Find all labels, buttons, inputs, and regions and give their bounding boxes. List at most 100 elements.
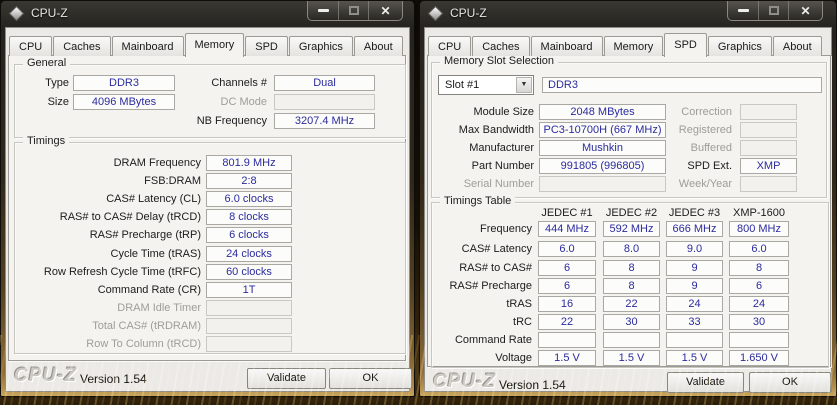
registered-label: Registered (632, 122, 732, 138)
table-cell: 6 (538, 278, 596, 294)
timing-label: DRAM Frequency (19, 155, 201, 171)
tab-graphics[interactable]: Graphics (289, 36, 353, 56)
trc-row-label: tRC (432, 314, 532, 330)
tras-row-label: tRAS (432, 296, 532, 312)
cas-latency-row-label: CAS# Latency (432, 241, 532, 257)
table-cell: 22 (538, 314, 596, 330)
close-button[interactable]: ✕ (788, 1, 822, 20)
table-cell (729, 332, 789, 348)
tab-spd[interactable]: SPD (664, 33, 707, 57)
cpuz-brand-logo: CPU-Z (14, 365, 77, 387)
maximize-icon (769, 6, 779, 15)
spd-ext-value: XMP (740, 158, 797, 174)
table-cell: 16 (538, 296, 596, 312)
client-area: CPU Caches Mainboard Memory SPD Graphics… (424, 27, 832, 392)
table-cell: 6.0 (729, 241, 789, 257)
window-controls: ✕ (727, 1, 823, 21)
minimize-button[interactable] (728, 1, 758, 20)
close-button[interactable]: ✕ (368, 1, 402, 20)
timing-label: RAS# Precharge (tRP) (19, 227, 201, 243)
tab-mainboard[interactable]: Mainboard (112, 36, 184, 56)
version-text: Version 1.54 (499, 378, 566, 392)
ok-button[interactable]: OK (749, 372, 831, 393)
table-cell: 1.5 V (666, 350, 723, 366)
timing-label: Command Rate (CR) (19, 282, 201, 298)
cpuz-logo-icon (9, 6, 25, 22)
ras-to-cas-row-label: RAS# to CAS# (432, 260, 532, 276)
window-title: CPU-Z (31, 6, 68, 20)
table-cell: 800 MHz (729, 221, 789, 237)
table-cell: 592 MHz (603, 221, 660, 237)
minimize-button[interactable] (308, 1, 338, 20)
tab-bar: CPU Caches Mainboard Memory SPD Graphics… (9, 31, 404, 56)
timings-table-group-title: Timings Table (440, 195, 515, 207)
tab-memory[interactable]: Memory (604, 36, 664, 56)
table-cell: 9 (666, 278, 723, 294)
table-cell (666, 332, 723, 348)
table-cell: 1.5 V (603, 350, 660, 366)
maximize-button[interactable] (758, 1, 788, 20)
buffered-label: Buffered (632, 140, 732, 156)
tab-cpu[interactable]: CPU (9, 36, 52, 56)
window-controls: ✕ (307, 1, 403, 21)
table-cell: 8 (729, 260, 789, 276)
week-year-label: Week/Year (632, 176, 732, 192)
channels-value: Dual (274, 75, 375, 91)
table-cell: 22 (603, 296, 660, 312)
table-cell: 1.650 V (729, 350, 789, 366)
tab-spd[interactable]: SPD (245, 36, 288, 56)
dc-mode-label: DC Mode (147, 94, 267, 110)
slot-select-value: Slot #1 (445, 79, 479, 91)
table-cell: 33 (666, 314, 723, 330)
chevron-down-icon[interactable]: ▼ (516, 77, 532, 93)
timing-value (206, 318, 292, 334)
column-header-jedec1: JEDEC #1 (538, 206, 596, 220)
table-cell: 30 (729, 314, 789, 330)
memory-slot-group: Memory Slot Selection Slot #1 ▼ DDR3 Mod… (431, 62, 827, 198)
column-header-jedec2: JEDEC #2 (603, 206, 660, 220)
tab-caches[interactable]: Caches (472, 36, 529, 56)
table-cell: 8 (603, 278, 660, 294)
title-bar[interactable]: CPU-Z ✕ (1, 1, 414, 27)
table-cell: 6 (538, 260, 596, 276)
table-cell (603, 332, 660, 348)
tab-graphics[interactable]: Graphics (708, 36, 772, 56)
table-cell: 24 (666, 296, 723, 312)
command-rate-row-label: Command Rate (432, 332, 532, 348)
general-group: General Type DDR3 Size 4096 MBytes Chann… (14, 64, 406, 138)
validate-button[interactable]: Validate (667, 372, 744, 393)
dc-mode-value (274, 94, 375, 110)
table-cell: 444 MHz (538, 221, 596, 237)
title-bar[interactable]: CPU-Z ✕ (420, 1, 836, 27)
maximize-button[interactable] (338, 1, 368, 20)
ok-button[interactable]: OK (329, 368, 412, 389)
slot-select-dropdown[interactable]: Slot #1 ▼ (438, 75, 534, 95)
timing-label: Total CAS# (tRDRAM) (19, 318, 201, 334)
timing-label: Row Refresh Cycle Time (tRFC) (19, 264, 201, 280)
buffered-value (740, 140, 797, 156)
window-title: CPU-Z (450, 6, 487, 20)
validate-button[interactable]: Validate (247, 368, 326, 389)
timing-label: Cycle Time (tRAS) (19, 246, 201, 262)
timing-value (206, 300, 292, 316)
minimize-icon (318, 9, 329, 12)
table-cell: 6 (729, 278, 789, 294)
tab-about[interactable]: About (354, 36, 403, 56)
maximize-icon (349, 6, 359, 15)
timing-value: 8 clocks (206, 209, 292, 225)
close-icon: ✕ (800, 4, 810, 18)
nb-frequency-label: NB Frequency (147, 113, 267, 129)
channels-label: Channels # (147, 75, 267, 91)
cpuz-memory-window: CPU-Z ✕ CPU Caches Mainboard Memory SPD … (0, 0, 415, 397)
tab-mainboard[interactable]: Mainboard (531, 36, 603, 56)
timing-value: 60 clocks (206, 264, 292, 280)
frequency-row-label: Frequency (432, 221, 532, 237)
table-cell: 8 (603, 260, 660, 276)
tab-memory[interactable]: Memory (185, 33, 245, 57)
timing-value: 6.0 clocks (206, 191, 292, 207)
tab-caches[interactable]: Caches (53, 36, 110, 56)
timing-label: DRAM Idle Timer (19, 300, 201, 316)
tab-about[interactable]: About (773, 36, 822, 56)
timing-label: Row To Column (tRCD) (19, 336, 201, 352)
tab-cpu[interactable]: CPU (428, 36, 471, 56)
